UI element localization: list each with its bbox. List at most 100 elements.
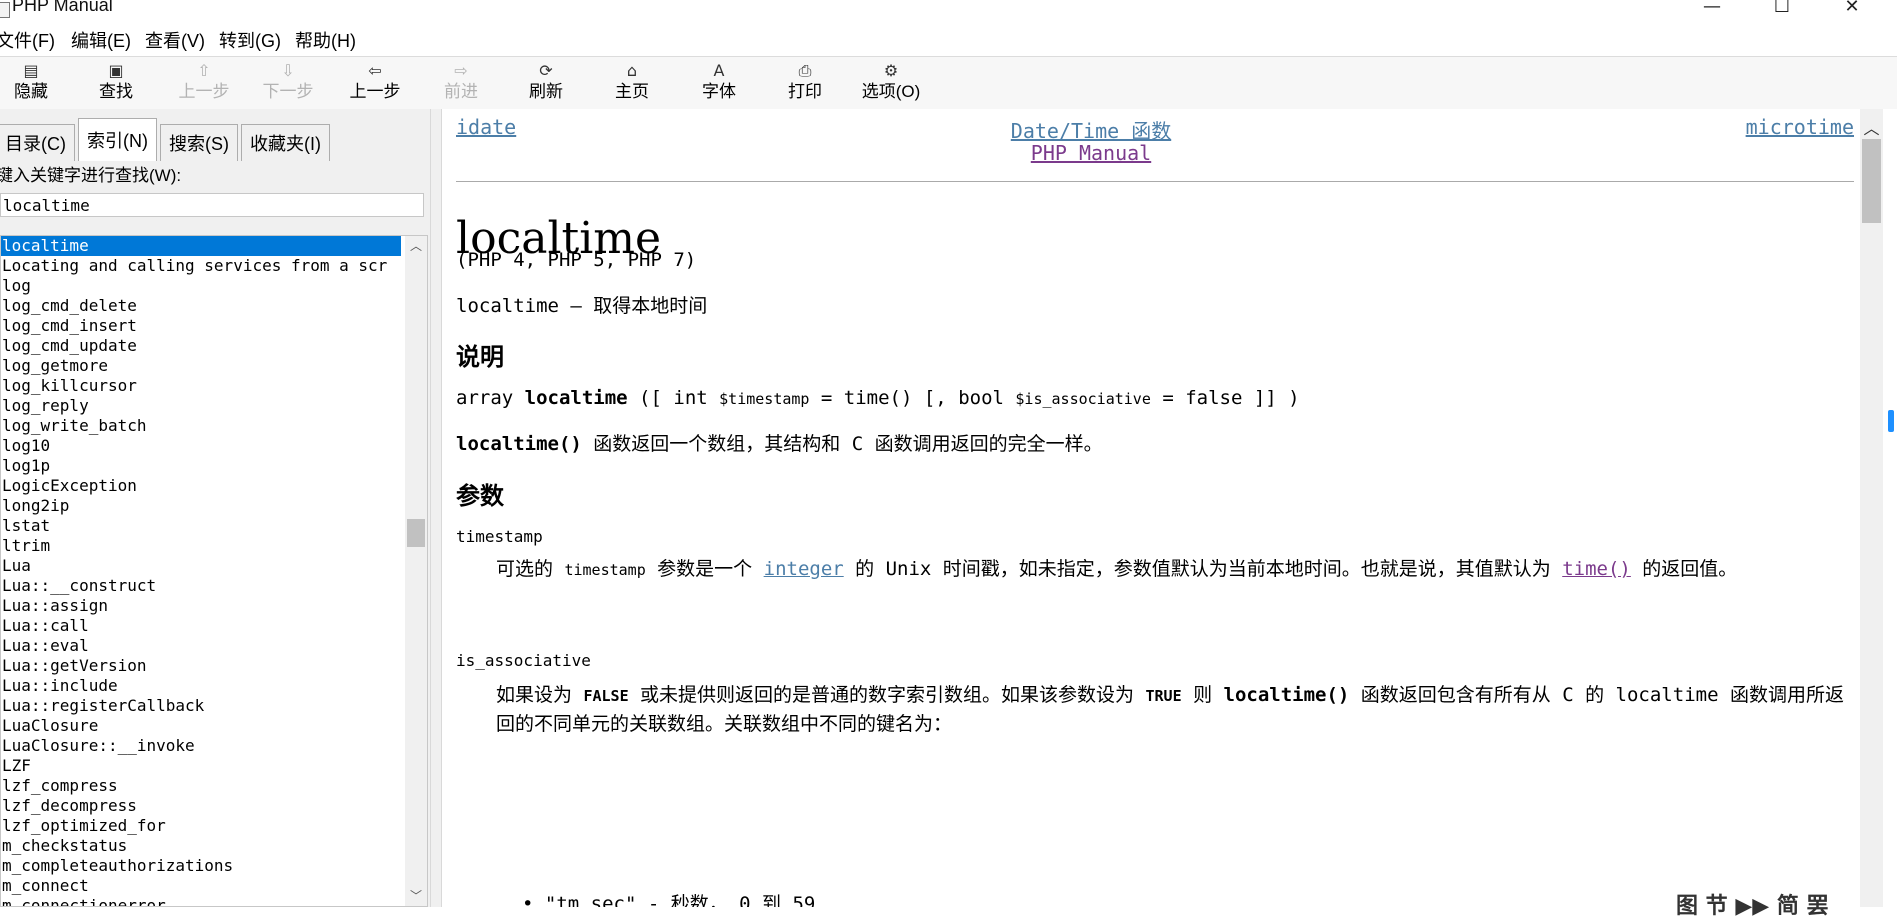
hide-button[interactable]: ▤ 隐藏 xyxy=(0,61,71,107)
tab-search[interactable]: 搜索(S) xyxy=(160,124,238,161)
index-list-item[interactable]: log_cmd_update xyxy=(1,336,401,356)
keyword-label: 键入关键字进行查找(W): xyxy=(0,166,182,185)
integer-link[interactable]: integer xyxy=(764,558,844,580)
param-timestamp-desc: 可选的 timestamp 参数是一个 integer 的 Unix 时间戳，如… xyxy=(496,558,1738,580)
index-list-item[interactable]: Lua::include xyxy=(1,676,401,696)
index-list-item[interactable]: m_completeauthorizations xyxy=(1,856,401,876)
scroll-down-icon[interactable]: ﹀ xyxy=(405,886,427,906)
index-list-item[interactable]: LZF xyxy=(1,756,401,776)
maximize-button[interactable]: ☐ xyxy=(1752,0,1812,20)
options-icon: ⚙ xyxy=(883,61,899,80)
index-list-item[interactable]: log_reply xyxy=(1,396,401,416)
refresh-button[interactable]: ⟳ 刷新 xyxy=(506,61,586,107)
index-list-item[interactable]: log_cmd_insert xyxy=(1,316,401,336)
up-topic-link[interactable]: Date/Time 函数 xyxy=(1011,119,1171,143)
back-icon: ⇦ xyxy=(368,61,382,80)
index-list-items: localtime Locating and calling services f… xyxy=(1,236,401,906)
minimize-button[interactable]: — xyxy=(1682,0,1742,20)
param-is-associative-desc: 如果设为 FALSE 或未提供则返回的是普通的数字索引数组。如果该参数设为 TR… xyxy=(496,684,1844,735)
next-topic-button[interactable]: ⇩ 下一步 xyxy=(248,61,328,107)
find-icon: ▣ xyxy=(108,61,124,80)
home-topic-link[interactable]: PHP Manual xyxy=(1031,141,1151,165)
nav-tabs: 目录(C) 索引(N) 搜索(S) 收藏夹(I) xyxy=(0,117,430,161)
toolbar: ▤ 隐藏 ▣ 查找 ⇧ 上一步 ⇩ 下一步 ⇦ 上一步 ⇨ 前进 ⟳ 刷新 ⌂ … xyxy=(0,56,1897,110)
down-arrow-icon: ⇩ xyxy=(281,61,295,80)
previous-topic-button[interactable]: ⇧ 上一步 xyxy=(164,61,244,107)
index-list-item[interactable]: Locating and calling services from a scr xyxy=(1,256,401,276)
menu-view[interactable]: 查看(V) xyxy=(145,27,205,53)
index-list-scrollbar[interactable]: ︿ ﹀ xyxy=(405,236,427,906)
index-list-item[interactable]: Lua::call xyxy=(1,616,401,636)
window-edge xyxy=(1883,109,1897,907)
index-list-item[interactable]: LuaClosure xyxy=(1,716,401,736)
overlay-text: 图 节 ▶▶ 简 罢 xyxy=(1676,894,1829,919)
scroll-up-icon[interactable]: ︿ xyxy=(405,236,427,256)
window-title: PHP Manual xyxy=(12,0,113,15)
index-list-item[interactable]: log xyxy=(1,276,401,296)
index-list-item[interactable]: Lua::assign xyxy=(1,596,401,616)
index-list-item[interactable]: lzf_decompress xyxy=(1,796,401,816)
time-link[interactable]: time() xyxy=(1562,558,1631,580)
topic-content: idate Date/Time 函数 PHP Manual microtime … xyxy=(442,109,1860,907)
menu-bar: 文件(F) 编辑(E) 查看(V) 转到(G) 帮助(H) xyxy=(0,24,1897,56)
app-icon xyxy=(0,2,10,18)
list-item: • "tm_sec" - 秒数， 0 到 59 xyxy=(522,893,816,907)
font-button[interactable]: A 字体 xyxy=(679,61,759,107)
print-icon: ⎙ xyxy=(798,61,812,80)
index-list-item[interactable]: log10 xyxy=(1,436,401,456)
print-button[interactable]: ⎙ 打印 xyxy=(765,61,845,107)
index-list-item[interactable]: log_killcursor xyxy=(1,376,401,396)
home-button[interactable]: ⌂ 主页 xyxy=(592,61,672,107)
summary-text: localtime() 函数返回一个数组，其结构和 C 函数调用返回的完全一样。 xyxy=(456,433,1103,455)
index-list-item[interactable]: m_connectionerror xyxy=(1,896,401,906)
index-list-item[interactable]: m_connect xyxy=(1,876,401,896)
index-list-item[interactable]: log1p xyxy=(1,456,401,476)
hide-icon: ▤ xyxy=(23,61,39,80)
index-list-item[interactable]: log_getmore xyxy=(1,356,401,376)
divider xyxy=(456,181,1854,182)
index-list-scroll-thumb[interactable] xyxy=(407,519,425,547)
index-list-item[interactable]: lzf_compress xyxy=(1,776,401,796)
index-list-item[interactable]: log_cmd_delete xyxy=(1,296,401,316)
up-arrow-icon: ⇧ xyxy=(197,61,211,80)
index-list-item[interactable]: Lua xyxy=(1,556,401,576)
edge-indicator xyxy=(1888,410,1894,432)
tab-index[interactable]: 索引(N) xyxy=(78,118,157,161)
index-list-item[interactable]: localtime xyxy=(1,236,401,256)
content-scroll-thumb[interactable] xyxy=(1862,139,1881,223)
keyword-input[interactable] xyxy=(0,193,424,217)
description-heading: 说明 xyxy=(456,342,504,371)
tab-favorites[interactable]: 收藏夹(I) xyxy=(241,124,330,161)
find-button[interactable]: ▣ 查找 xyxy=(76,61,156,107)
back-button[interactable]: ⇦ 上一步 xyxy=(335,61,415,107)
menu-help[interactable]: 帮助(H) xyxy=(295,27,356,53)
menu-file[interactable]: 文件(F) xyxy=(0,27,55,53)
options-button[interactable]: ⚙ 选项(O) xyxy=(851,61,931,107)
menu-edit[interactable]: 编辑(E) xyxy=(71,27,131,53)
forward-icon: ⇨ xyxy=(454,61,468,80)
index-list-item[interactable]: ltrim xyxy=(1,536,401,556)
home-icon: ⌂ xyxy=(626,61,638,80)
index-list-item[interactable]: LuaClosure::__invoke xyxy=(1,736,401,756)
index-list-item[interactable]: log_write_batch xyxy=(1,416,401,436)
index-list-item[interactable]: Lua::registerCallback xyxy=(1,696,401,716)
index-list-item[interactable]: Lua::getVersion xyxy=(1,656,401,676)
index-list-item[interactable]: lstat xyxy=(1,516,401,536)
index-list-item[interactable]: LogicException xyxy=(1,476,401,496)
index-list-item[interactable]: lzf_optimized_for xyxy=(1,816,401,836)
index-list-item[interactable]: long2ip xyxy=(1,496,401,516)
pane-splitter[interactable] xyxy=(430,109,442,907)
font-icon: A xyxy=(713,61,725,80)
next-topic-link[interactable]: microtime xyxy=(1746,115,1854,139)
index-list-item[interactable]: Lua::eval xyxy=(1,636,401,656)
index-list-item[interactable]: m_checkstatus xyxy=(1,836,401,856)
menu-goto[interactable]: 转到(G) xyxy=(219,27,281,53)
forward-button[interactable]: ⇨ 前进 xyxy=(421,61,501,107)
content-scroll-up-icon[interactable]: ︿ xyxy=(1860,115,1883,139)
tab-contents[interactable]: 目录(C) xyxy=(0,124,75,161)
index-list[interactable]: localtime Locating and calling services f… xyxy=(0,235,428,907)
topic-navigation: idate Date/Time 函数 PHP Manual microtime xyxy=(456,115,1854,175)
content-scrollbar[interactable]: ︿ xyxy=(1860,109,1883,907)
close-button[interactable]: ✕ xyxy=(1822,0,1882,20)
index-list-item[interactable]: Lua::__construct xyxy=(1,576,401,596)
